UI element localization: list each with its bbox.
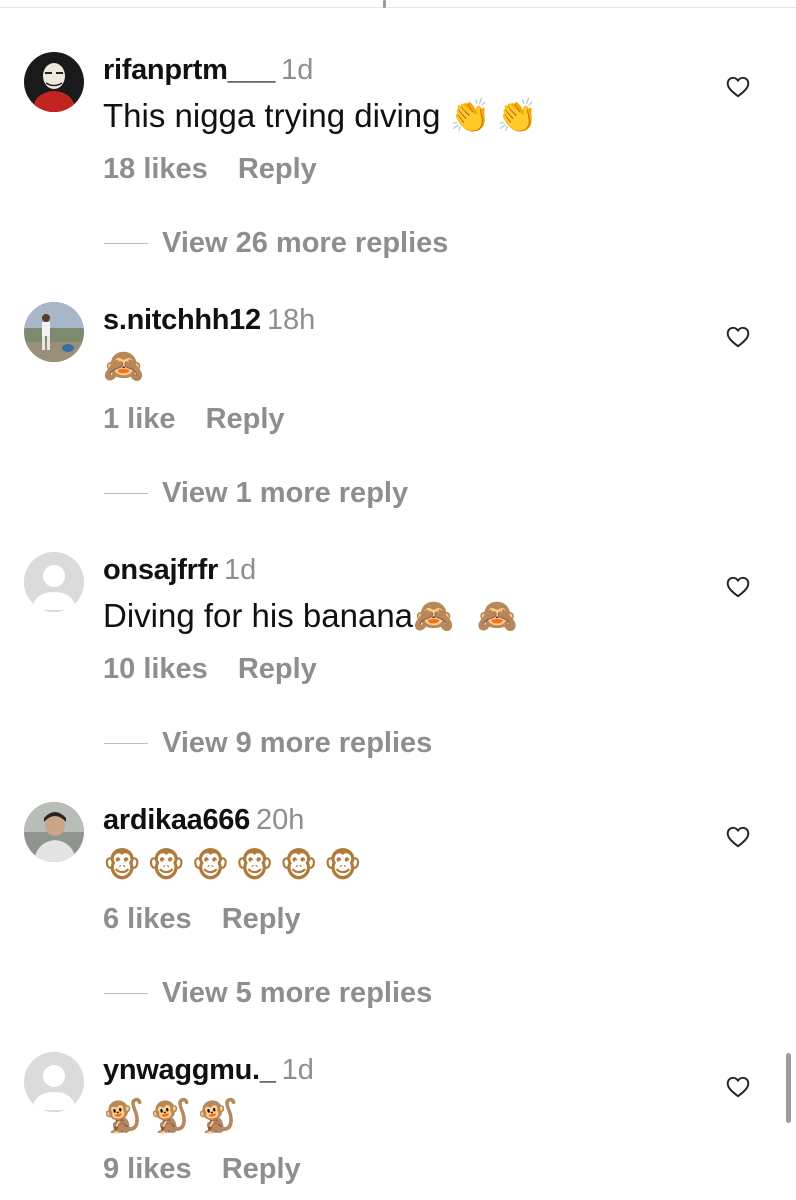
timestamp: 1d — [223, 554, 257, 586]
heart-outline-icon[interactable] — [725, 824, 751, 850]
avatar[interactable] — [24, 302, 84, 362]
replies-divider — [104, 742, 148, 744]
replies-divider — [104, 242, 148, 244]
comment-actions: 1 like Reply — [103, 402, 285, 436]
likes-count[interactable]: 1 like — [103, 403, 176, 435]
comment-actions: 18 likes Reply — [103, 152, 317, 186]
timestamp: 1d — [281, 1054, 314, 1086]
username[interactable]: onsajfrfr — [103, 554, 218, 586]
default-avatar-icon — [24, 1052, 84, 1112]
comment-actions: 10 likes Reply — [103, 652, 317, 686]
avatar[interactable] — [24, 1052, 84, 1112]
username[interactable]: ardikaa666 — [103, 804, 250, 836]
reply-button[interactable]: Reply — [206, 403, 285, 435]
clapping-hands-emoji: 👏👏 — [449, 96, 544, 135]
avatar[interactable] — [24, 802, 84, 862]
heart-outline-icon[interactable] — [725, 74, 751, 100]
comment-header: s.nitchhh12 18h — [103, 303, 315, 337]
heart-outline-icon[interactable] — [725, 1074, 751, 1100]
comment-header: rifanprtm___ 1d — [103, 53, 313, 87]
avatar-image — [24, 302, 84, 362]
monkey-emoji: 🐒🐒🐒 — [103, 1096, 245, 1135]
replies-divider — [104, 492, 148, 494]
see-no-evil-monkey-emoji: 🙈 🙈 — [413, 596, 524, 635]
reply-button[interactable]: Reply — [238, 153, 317, 185]
avatar[interactable] — [24, 552, 84, 612]
comment-item: ardikaa666 20h 🐵🐵🐵🐵🐵🐵 6 likes Reply View 5… — [0, 750, 796, 1009]
monkey-face-emoji: 🐵🐵🐵🐵🐵🐵 — [103, 846, 368, 885]
username[interactable]: ynwaggmu._ — [103, 1054, 276, 1086]
default-avatar-icon — [24, 552, 84, 612]
comment-text: This nigga trying diving 👏👏 — [103, 96, 544, 136]
comment-body: This nigga trying diving — [103, 97, 441, 134]
heart-outline-icon[interactable] — [725, 574, 751, 600]
likes-count[interactable]: 9 likes — [103, 1153, 192, 1185]
reply-button[interactable]: Reply — [222, 903, 301, 935]
see-no-evil-monkey-emoji: 🙈 — [103, 346, 151, 385]
avatar[interactable] — [24, 52, 84, 112]
likes-count[interactable]: 10 likes — [103, 653, 208, 685]
reply-button[interactable]: Reply — [238, 653, 317, 685]
likes-count[interactable]: 18 likes — [103, 153, 208, 185]
comment-header: onsajfrfr 1d — [103, 553, 256, 587]
comment-text: 🙈 — [103, 346, 150, 386]
comment-item: ynwaggmu._ 1d 🐒🐒🐒 9 likes Reply — [0, 1000, 796, 1200]
timestamp: 1d — [281, 54, 314, 86]
comment-actions: 6 likes Reply — [103, 902, 301, 936]
comment-header: ardikaa666 20h — [103, 803, 304, 837]
replies-divider — [104, 992, 148, 994]
reply-button[interactable]: Reply — [222, 1153, 301, 1185]
timestamp: 18h — [266, 304, 316, 336]
comment-text: 🐒🐒🐒 — [103, 1096, 244, 1136]
comment-header: ynwaggmu._ 1d — [103, 1053, 314, 1087]
comment-item: onsajfrfr 1d Diving for his banana🙈 🙈 10 … — [0, 500, 796, 759]
comment-text: 🐵🐵🐵🐵🐵🐵 — [103, 846, 368, 886]
username[interactable]: rifanprtm___ — [103, 54, 275, 86]
comment-item: s.nitchhh12 18h 🙈 1 like Reply View 1 more… — [0, 250, 796, 509]
scrollbar[interactable] — [786, 1053, 791, 1123]
likes-count[interactable]: 6 likes — [103, 903, 192, 935]
username[interactable]: s.nitchhh12 — [103, 304, 261, 336]
heart-outline-icon[interactable] — [725, 324, 751, 350]
comment-body: Diving for his banana — [103, 597, 414, 634]
avatar-image — [24, 802, 84, 862]
timestamp: 20h — [255, 804, 305, 836]
comment-item: rifanprtm___ 1d This nigga trying diving … — [0, 0, 796, 259]
comment-text: Diving for his banana🙈 🙈 — [103, 596, 524, 636]
avatar-image — [24, 52, 84, 112]
comment-actions: 9 likes Reply — [103, 1152, 301, 1186]
